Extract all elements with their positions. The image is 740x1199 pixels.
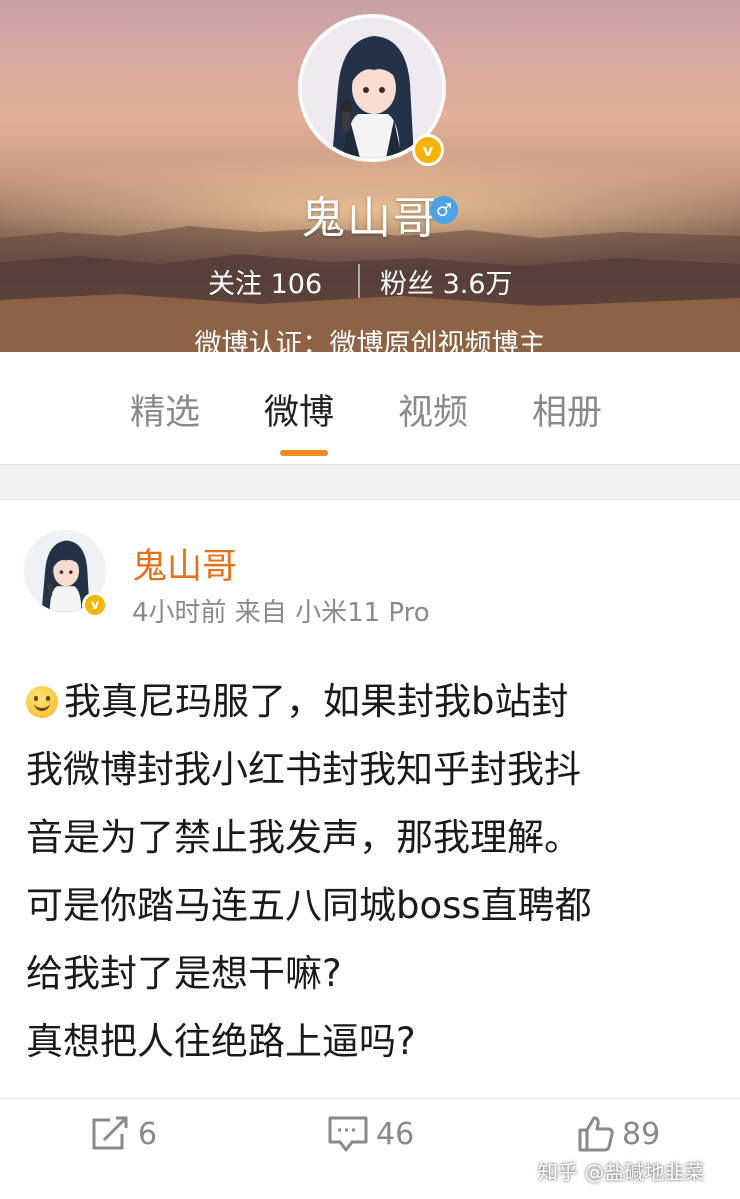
tab-featured[interactable]: 精选	[130, 384, 200, 435]
profile-header: v 鬼山哥 ♂ 关注 106 粉丝 3.6万 微博认证：微博原创视频博主	[0, 0, 740, 352]
repost-button[interactable]: 6	[88, 1114, 157, 1154]
male-gender-icon: ♂	[430, 196, 458, 224]
profile-tabs: 精选 微博 视频 相册	[0, 352, 740, 464]
verified-badge-icon: v	[82, 592, 108, 618]
verification-text: 微博认证：微博原创视频博主	[194, 329, 546, 352]
followers-label: 粉丝	[380, 269, 434, 300]
like-button[interactable]: 89	[576, 1114, 660, 1154]
profile-name: 鬼山哥	[301, 193, 439, 244]
followers-count: 3.6万	[442, 269, 513, 300]
followers-stat[interactable]: 粉丝 3.6万	[380, 262, 513, 301]
tab-weibo[interactable]: 微博	[264, 384, 334, 435]
actions-divider	[0, 1098, 740, 1099]
verified-badge-icon: v	[412, 134, 444, 166]
profile-stats: 关注 106 粉丝 3.6万	[0, 262, 740, 302]
like-count: 89	[622, 1116, 661, 1152]
repost-count: 6	[138, 1116, 158, 1152]
comment-button[interactable]: 46	[326, 1114, 414, 1154]
following-label: 关注	[208, 269, 262, 300]
comment-count: 46	[376, 1116, 415, 1152]
post-meta: 4小时前 来自 小米11 Pro	[132, 598, 430, 628]
thumbs-up-icon	[578, 1116, 614, 1152]
post-line: 我真尼玛服了，如果封我b站封	[26, 668, 726, 736]
post-line: 真想把人往绝路上逼吗?	[26, 1020, 416, 1063]
post-line: 给我封了是想干嘛?	[26, 952, 342, 995]
tab-albums[interactable]: 相册	[532, 384, 602, 435]
repost-icon	[92, 1116, 128, 1150]
following-count: 106	[270, 269, 323, 300]
section-divider	[0, 464, 740, 500]
post-line: 我微博封我小红书封我知乎封我抖	[26, 748, 581, 791]
zhihu-watermark: 知乎 @盐碱地韭菜	[538, 1160, 705, 1184]
comment-icon	[328, 1116, 368, 1152]
post-line: 音是为了禁止我发声，那我理解。	[26, 816, 581, 859]
post-text: 我真尼玛服了，如果封我b站封 我微博封我小红书封我知乎封我抖 音是为了禁止我发声…	[26, 668, 726, 1076]
stats-divider	[358, 264, 360, 298]
active-tab-indicator	[280, 450, 328, 456]
following-stat[interactable]: 关注 106	[208, 262, 322, 301]
smile-emoji-icon	[26, 686, 58, 718]
post-author-name[interactable]: 鬼山哥	[132, 538, 237, 589]
post-line: 可是你踏马连五八同城boss直聘都	[26, 884, 592, 927]
tab-videos[interactable]: 视频	[398, 384, 468, 435]
